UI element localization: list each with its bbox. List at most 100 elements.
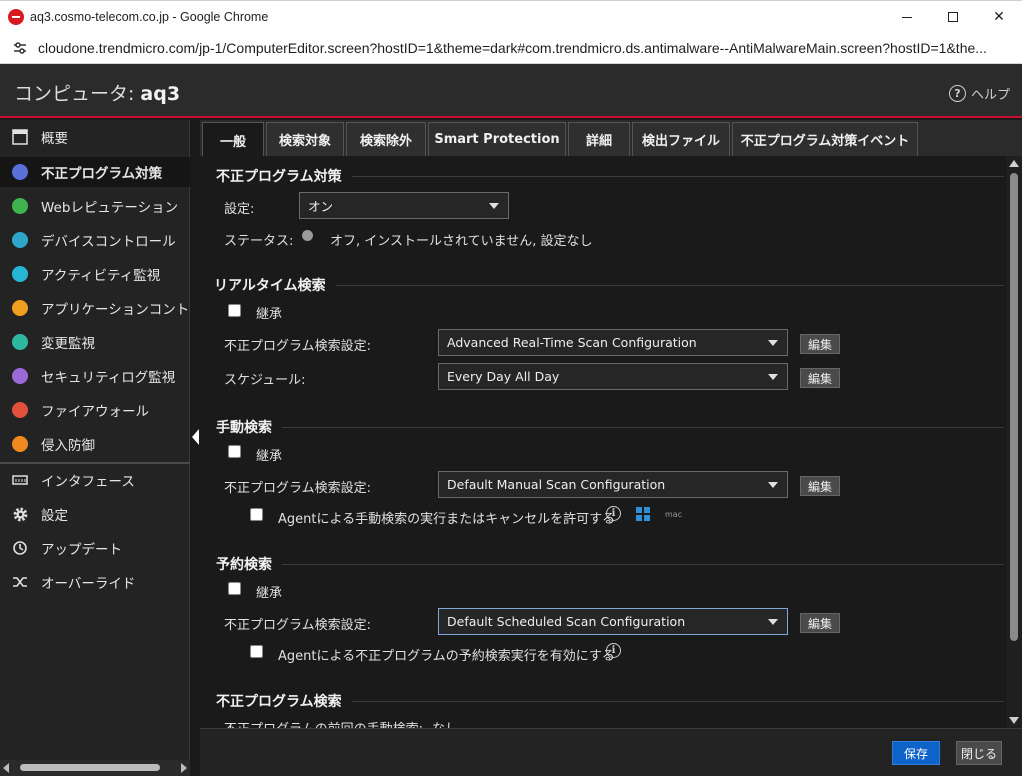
schedule-edit-button[interactable]: 編集 <box>800 368 840 388</box>
sidebar-item-device-control[interactable]: デバイスコントロール <box>0 225 190 255</box>
activity-monitoring-icon <box>11 265 29 283</box>
sidebar-item-label: デバイスコントロール <box>41 234 176 250</box>
section-manual-scan: 手動検索 <box>216 417 1004 437</box>
tab-label: 検索対象 <box>278 134 331 149</box>
anti-malware-state-select[interactable]: オン <box>299 192 509 219</box>
maximize-button[interactable] <box>930 1 976 33</box>
sidebar-item-label: ファイアウォール <box>41 404 149 420</box>
save-button[interactable]: 保存 <box>892 741 940 765</box>
close-window-button[interactable]: ✕ <box>976 1 1022 33</box>
sidebar-item-intrusion-prevention[interactable]: 侵入防御 <box>0 429 190 459</box>
info-icon[interactable]: i <box>606 506 621 521</box>
footer: 保存 閉じる <box>200 728 1022 776</box>
select-value: Advanced Real-Time Scan Configuration <box>447 335 697 350</box>
sidebar-item-anti-malware[interactable]: 不正プログラム対策 <box>0 157 190 187</box>
section-realtime-scan: リアルタイム検索 <box>214 275 1004 295</box>
sidebar-item-firewall[interactable]: ファイアウォール <box>0 395 190 425</box>
collapse-sidebar-icon[interactable] <box>190 425 200 449</box>
sidebar-item-overrides[interactable]: オーバーライド <box>0 567 190 597</box>
scrollbar-thumb[interactable] <box>1010 173 1018 641</box>
manual-config-select[interactable]: Default Manual Scan Configuration <box>438 471 788 498</box>
tab-label: 詳細 <box>585 134 612 149</box>
window-title: aq3.cosmo-telecom.co.jp - Google Chrome <box>30 9 269 24</box>
tab-label: 一般 <box>219 134 246 150</box>
sidebar-horizontal-scrollbar[interactable] <box>0 760 190 776</box>
last-manual-scan-value: なし <box>432 718 458 728</box>
sidebar-item-log-inspection[interactable]: セキュリティログ監視 <box>0 361 190 391</box>
windows-icon <box>636 507 650 521</box>
help-link[interactable]: ? ヘルプ <box>948 84 1010 103</box>
tab-general[interactable]: 一般 <box>202 122 264 157</box>
last-manual-scan-label: 不正プログラムの前回の手動検索: <box>224 718 423 728</box>
manual-config-label: 不正プログラム検索設定: <box>224 481 371 496</box>
url-text[interactable]: cloudone.trendmicro.com/jp-1/ComputerEdi… <box>38 40 1018 56</box>
tab-scan-exclusions[interactable]: 検索除外 <box>346 122 426 156</box>
realtime-inherit-checkbox[interactable] <box>228 304 241 317</box>
tab-advanced[interactable]: 詳細 <box>568 122 630 156</box>
anti-malware-icon <box>11 163 29 181</box>
chevron-down-icon <box>768 482 778 488</box>
status-label: ステータス: <box>224 234 294 249</box>
sidebar-item-label: 不正プログラム対策 <box>41 166 163 182</box>
scheduled-config-edit-button[interactable]: 編集 <box>800 613 840 633</box>
scroll-right-icon[interactable] <box>181 763 187 773</box>
realtime-config-edit-button[interactable]: 編集 <box>800 334 840 354</box>
chevron-down-icon <box>768 340 778 346</box>
tab-identified-files[interactable]: 検出ファイル <box>632 122 730 156</box>
site-settings-icon[interactable] <box>10 38 30 58</box>
integrity-monitoring-icon <box>11 333 29 351</box>
sidebar-item-updates[interactable]: アップデート <box>0 533 190 563</box>
close-button[interactable]: 閉じる <box>956 741 1002 765</box>
main-content: 不正プログラム対策 設定: オン ステータス: オフ, インストールされていませ… <box>200 156 1006 728</box>
sidebar: 概要 不正プログラム対策 Webレピュテーション デバイスコントロール アクティ… <box>0 120 190 776</box>
tab-label: 不正プログラム対策イベント <box>740 134 910 149</box>
realtime-config-label: 不正プログラム検索設定: <box>224 339 371 354</box>
section-malware-scan: 不正プログラム検索 <box>216 691 1004 711</box>
minimize-icon <box>902 16 912 18</box>
sidebar-item-interfaces[interactable]: インタフェース <box>0 465 190 495</box>
sidebar-item-activity-monitoring[interactable]: アクティビティ監視 <box>0 259 190 289</box>
manual-config-edit-button[interactable]: 編集 <box>800 476 840 496</box>
scheduled-inherit-checkbox[interactable] <box>228 582 241 595</box>
scroll-left-icon[interactable] <box>3 763 9 773</box>
tab-anti-malware-events[interactable]: 不正プログラム対策イベント <box>732 122 918 156</box>
content-vertical-scrollbar[interactable] <box>1006 156 1022 728</box>
section-title: 手動検索 <box>216 420 272 436</box>
scheduled-config-select[interactable]: Default Scheduled Scan Configuration <box>438 608 788 635</box>
address-bar[interactable]: cloudone.trendmicro.com/jp-1/ComputerEdi… <box>0 32 1022 64</box>
manual-inherit-checkbox[interactable] <box>228 445 241 458</box>
info-icon[interactable]: i <box>606 643 621 658</box>
sidebar-item-label: 概要 <box>41 131 68 147</box>
sidebar-item-integrity-monitoring[interactable]: 変更監視 <box>0 327 190 357</box>
page-title: コンピュータ: aq3 <box>14 79 180 106</box>
allow-manual-scan-label: Agentによる手動検索の実行またはキャンセルを許可する <box>278 512 616 527</box>
select-value: オン <box>308 199 334 214</box>
realtime-config-select[interactable]: Advanced Real-Time Scan Configuration <box>438 329 788 356</box>
scroll-down-icon[interactable] <box>1009 717 1019 724</box>
scrollbar-thumb[interactable] <box>20 764 160 771</box>
section-title: 予約検索 <box>216 557 272 573</box>
sidebar-item-web-reputation[interactable]: Webレピュテーション <box>0 191 190 221</box>
allow-scheduled-scan-checkbox[interactable] <box>250 645 263 658</box>
tab-scan-targets[interactable]: 検索対象 <box>266 122 344 156</box>
schedule-select[interactable]: Every Day All Day <box>438 363 788 390</box>
sidebar-item-label: インタフェース <box>41 474 135 490</box>
overview-icon <box>11 128 29 146</box>
minimize-button[interactable] <box>884 1 930 33</box>
tab-label: 検索除外 <box>359 134 412 149</box>
section-title: リアルタイム検索 <box>214 278 326 294</box>
overrides-icon <box>11 573 29 591</box>
scroll-up-icon[interactable] <box>1009 160 1019 167</box>
page-title-prefix: コンピュータ: <box>14 83 135 105</box>
sidebar-item-settings[interactable]: 設定 <box>0 499 190 529</box>
tab-label: Smart Protection <box>434 132 560 147</box>
sidebar-item-overview[interactable]: 概要 <box>0 122 190 152</box>
sidebar-item-application-control[interactable]: アプリケーションコントロール <box>0 293 190 323</box>
inherit-label: 継承 <box>256 307 283 322</box>
tab-smart-protection[interactable]: Smart Protection <box>428 122 566 156</box>
chevron-down-icon <box>768 374 778 380</box>
select-value: Every Day All Day <box>447 369 560 384</box>
section-title: 不正プログラム対策 <box>216 169 342 185</box>
computer-name: aq3 <box>140 83 181 105</box>
allow-manual-scan-checkbox[interactable] <box>250 508 263 521</box>
